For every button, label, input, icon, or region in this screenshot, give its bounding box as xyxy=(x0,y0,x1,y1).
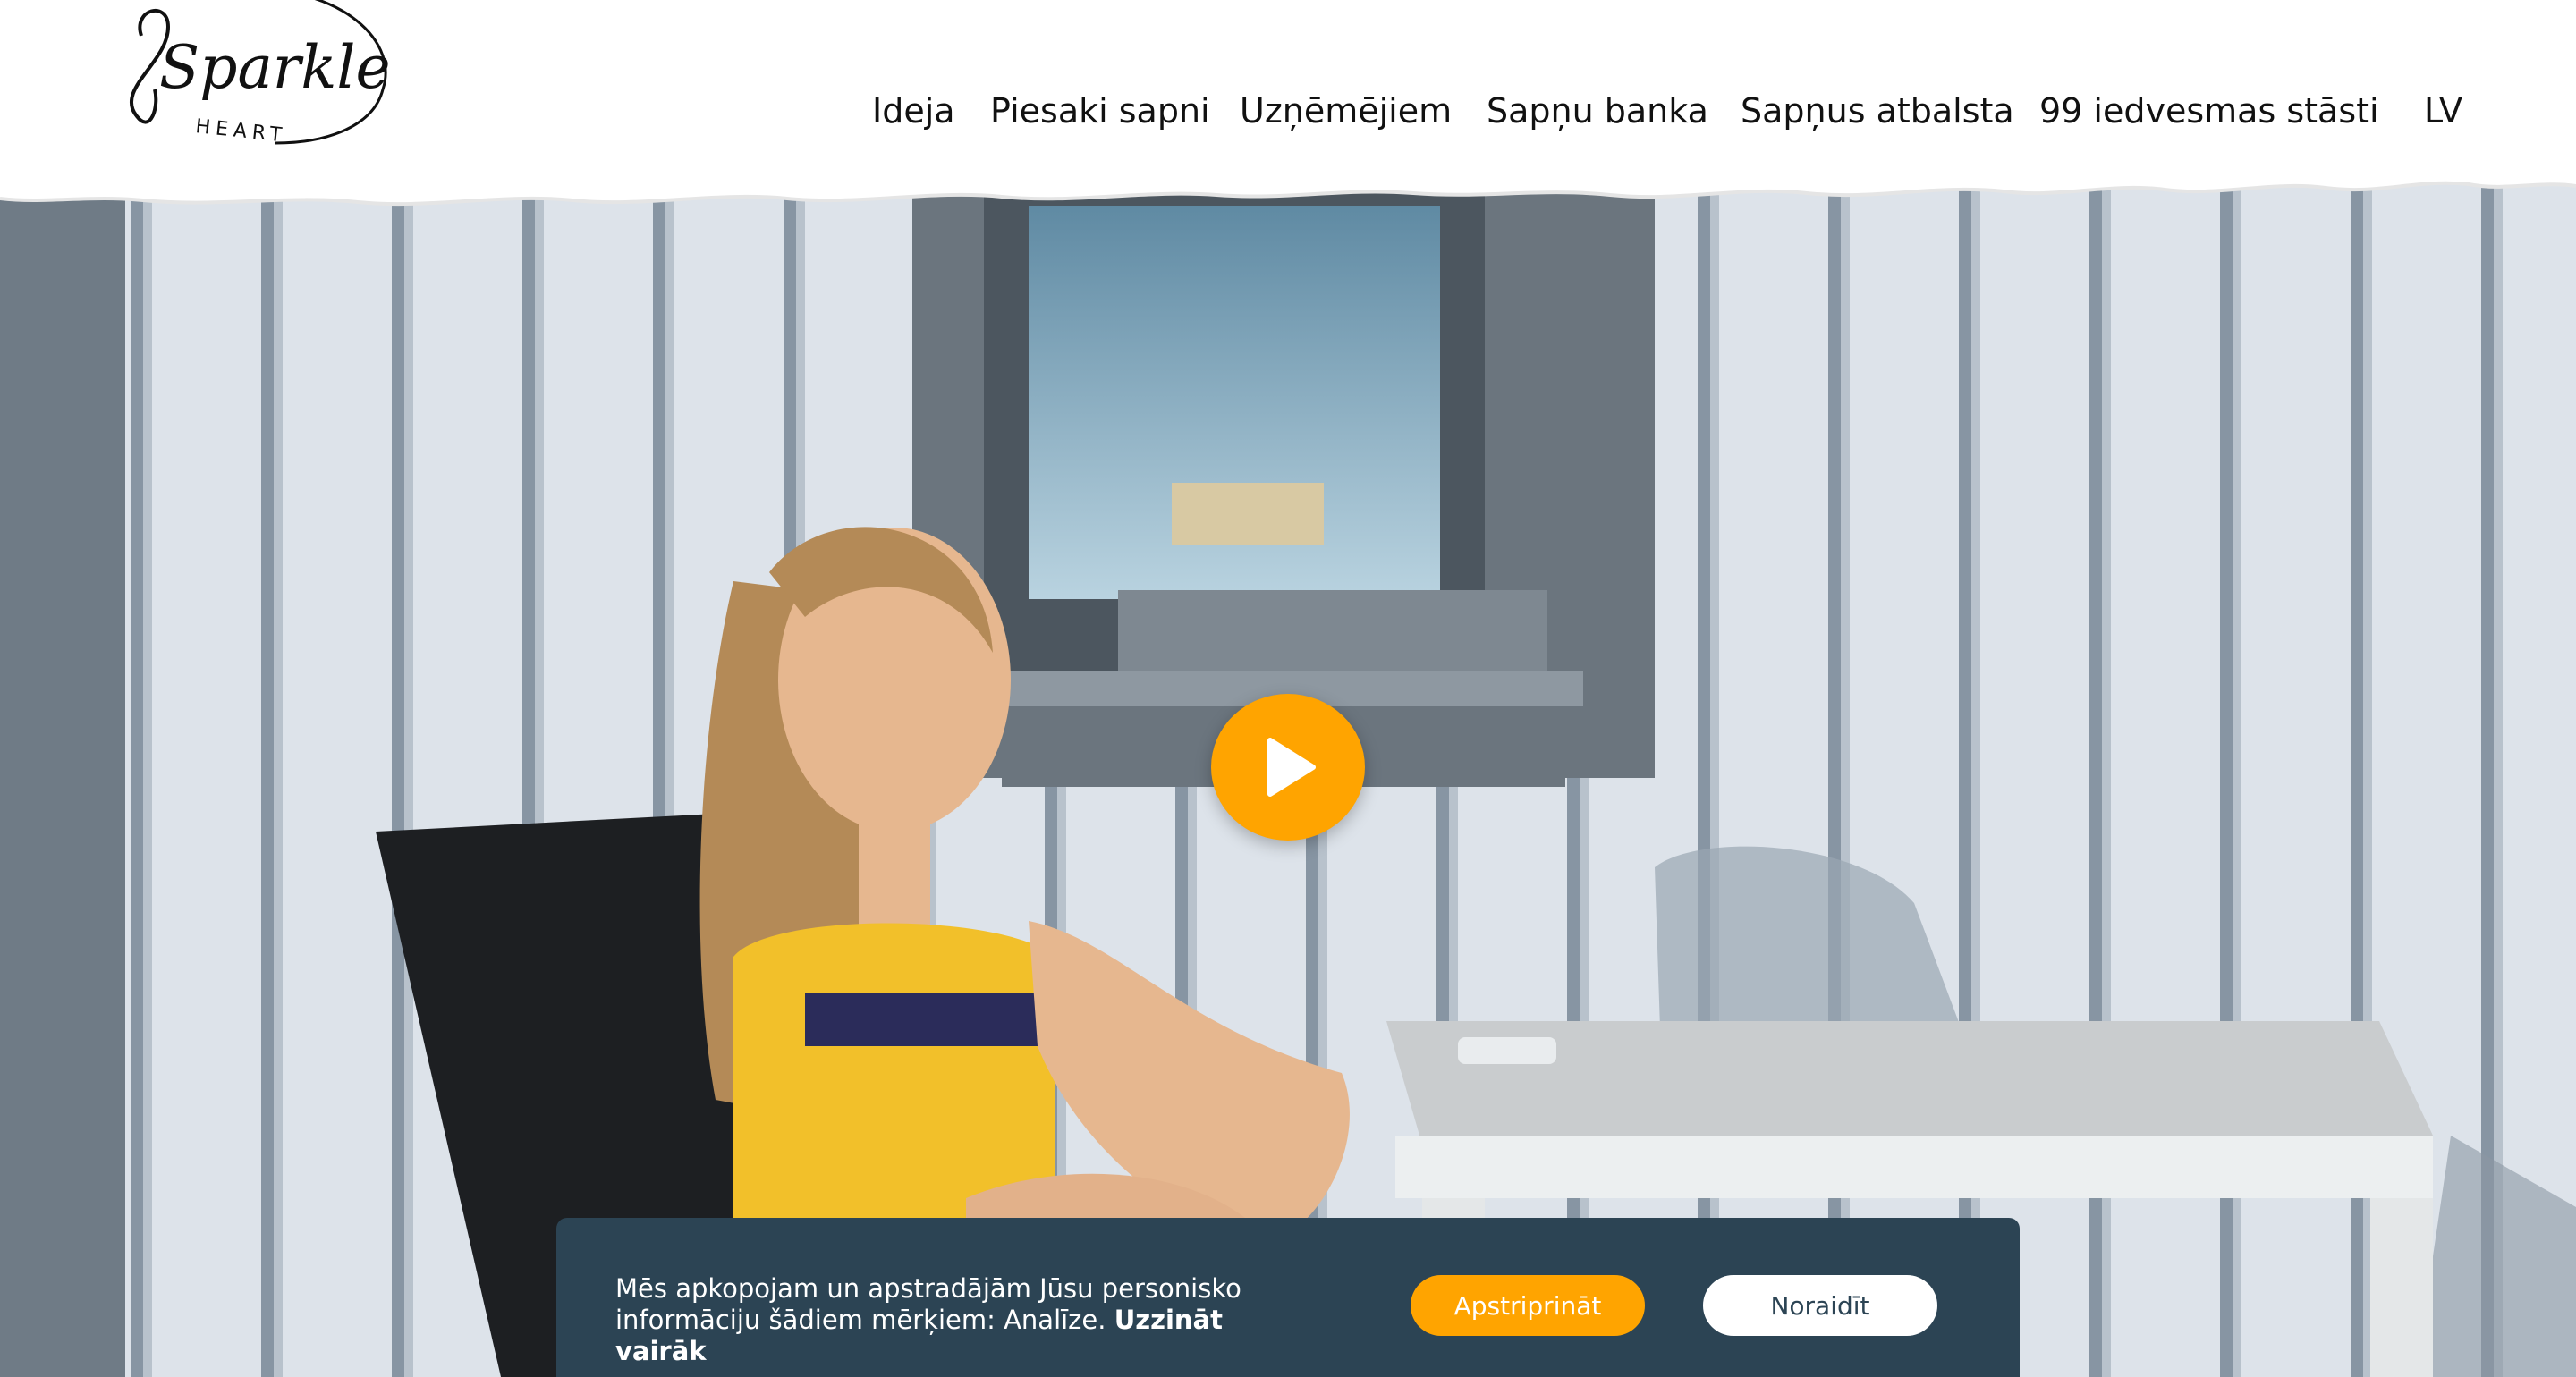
main-nav: Ideja Piesaki sapni Uzņēmējiem Sapņu ban… xyxy=(0,86,2576,136)
language-switcher[interactable]: LV xyxy=(2424,86,2462,136)
nav-item-sapnus-atbalsta[interactable]: Sapņus atbalsta xyxy=(1741,86,2014,136)
nav-item-ideja[interactable]: Ideja xyxy=(872,86,955,136)
play-button[interactable] xyxy=(1211,694,1365,841)
reject-cookies-button[interactable]: Noraidīt xyxy=(1703,1275,1937,1336)
site-header: Sparkle HEART Ideja Piesaki sapni Uzņēmē… xyxy=(0,0,2576,152)
nav-item-piesaki-sapni[interactable]: Piesaki sapni xyxy=(990,86,1210,136)
nav-item-sapnu-banka[interactable]: Sapņu banka xyxy=(1487,86,1708,136)
nav-item-99-iedvesmas-stasti[interactable]: 99 iedvesmas stāsti xyxy=(2039,86,2379,136)
cookie-message: Mēs apkopojam un apstradājām Jūsu person… xyxy=(615,1273,1295,1367)
cookie-banner: Mēs apkopojam un apstradājām Jūsu person… xyxy=(556,1218,2020,1377)
play-icon xyxy=(1267,738,1316,797)
accept-cookies-button[interactable]: Apstriprināt xyxy=(1411,1275,1645,1336)
torn-paper-edge xyxy=(0,145,2576,216)
nav-item-uznemejiem[interactable]: Uzņēmējiem xyxy=(1240,86,1452,136)
